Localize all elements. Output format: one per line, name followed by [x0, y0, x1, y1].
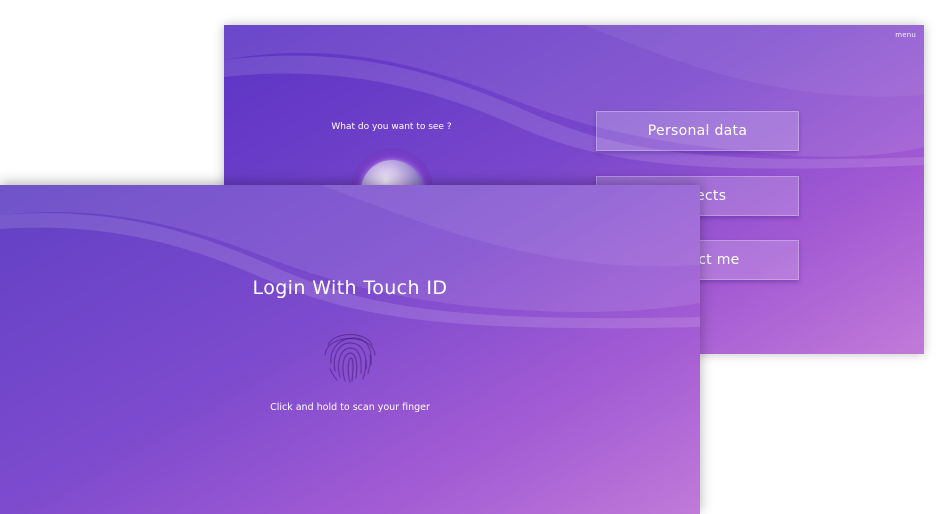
login-title: Login With Touch ID [252, 277, 448, 299]
personal-data-button[interactable]: Personal data [596, 111, 799, 151]
login-screen: Login With Touch ID Click and hold to sc… [0, 185, 700, 514]
question-label: What do you want to see ? [331, 122, 452, 132]
menu-link[interactable]: menu [895, 31, 916, 39]
fingerprint-icon[interactable] [318, 323, 382, 387]
scan-hint: Click and hold to scan your finger [270, 402, 430, 413]
